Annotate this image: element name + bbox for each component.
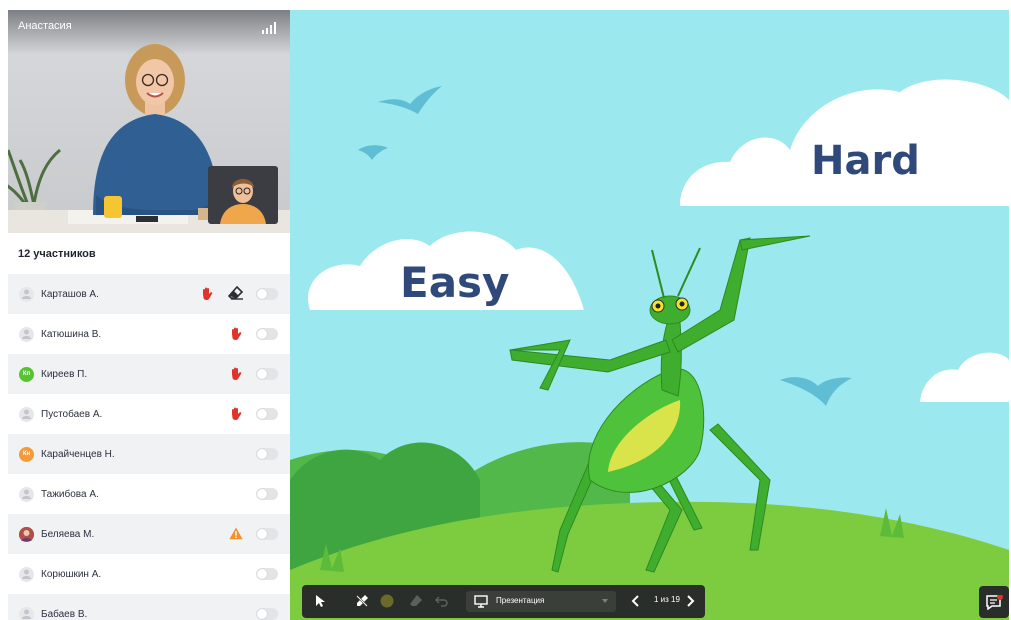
pen-tool-icon[interactable] xyxy=(354,593,370,609)
page-indicator: 1 из 19 xyxy=(654,595,680,604)
permission-toggle[interactable] xyxy=(256,528,278,540)
avatar-placeholder-icon xyxy=(19,566,34,582)
avatar-placeholder-icon xyxy=(19,606,34,620)
participant-name: Корюшкин А. xyxy=(41,568,102,580)
avatar: Кн xyxy=(19,446,34,462)
permission-toggle[interactable] xyxy=(256,408,278,420)
permission-toggle[interactable] xyxy=(256,288,278,300)
prev-slide-icon[interactable] xyxy=(628,593,644,609)
participant-name: Карташов А. xyxy=(41,288,99,300)
participant-name: Киреев П. xyxy=(41,368,88,380)
presentation-stage[interactable]: Easy Hard Презентация 1 из 19 xyxy=(290,10,1009,620)
avatar-placeholder-icon xyxy=(19,326,34,342)
participant-name: Пустобаев А. xyxy=(41,408,103,420)
avatar-placeholder-icon xyxy=(19,406,34,422)
chevron-down-icon xyxy=(602,599,608,603)
participant-name: Карайченцев Н. xyxy=(41,448,115,460)
participants-list: Карташов А. Катюшина В. Кп Киреев П. Пус… xyxy=(8,274,290,620)
color-picker-icon[interactable] xyxy=(380,594,396,610)
permission-toggle[interactable] xyxy=(256,608,278,620)
participant-row[interactable]: Катюшина В. xyxy=(8,314,290,354)
participant-row[interactable]: Корюшкин А. xyxy=(8,554,290,594)
avatar-placeholder-icon xyxy=(19,486,34,502)
participants-panel: Анастасия 12 участников Карташов А. Катю… xyxy=(8,10,290,620)
raised-hand-icon[interactable] xyxy=(230,327,242,346)
avatar-placeholder-icon xyxy=(19,286,34,302)
participant-row[interactable]: Кн Карайченцев Н. xyxy=(8,434,290,474)
permission-toggle[interactable] xyxy=(256,488,278,500)
next-slide-icon[interactable] xyxy=(682,593,698,609)
participant-row[interactable]: Тажибова А. xyxy=(8,474,290,514)
permission-toggle[interactable] xyxy=(256,448,278,460)
pointer-tool-icon[interactable] xyxy=(312,593,328,609)
app-root: Анастасия 12 участников Карташов А. Катю… xyxy=(8,10,1009,620)
participant-name: Катюшина В. xyxy=(41,328,102,340)
participant-name: Тажибова А. xyxy=(41,488,99,500)
eraser-icon[interactable] xyxy=(227,285,244,305)
permission-toggle[interactable] xyxy=(256,328,278,340)
raised-hand-icon[interactable] xyxy=(201,287,213,306)
presentation-select-label: Презентация xyxy=(496,596,545,605)
undo-icon[interactable] xyxy=(434,593,450,609)
easy-label: Easy xyxy=(400,258,510,307)
speaker-name: Анастасия xyxy=(18,20,72,32)
avatar: Кп xyxy=(19,366,34,382)
participants-count: 12 участников xyxy=(18,248,96,260)
signal-bars-icon xyxy=(262,22,276,34)
participant-row[interactable]: Пустобаев А. xyxy=(8,394,290,434)
avatar-photo xyxy=(19,526,34,542)
participant-row[interactable]: Беляева М. xyxy=(8,514,290,554)
warning-icon[interactable] xyxy=(229,527,243,545)
participant-row[interactable]: Кп Киреев П. xyxy=(8,354,290,394)
chat-icon xyxy=(986,594,1003,615)
presentation-screen-icon xyxy=(474,595,488,613)
participant-row[interactable]: Бабаев В. xyxy=(8,594,290,620)
participant-name: Беляева М. xyxy=(41,528,95,540)
raised-hand-icon[interactable] xyxy=(230,407,242,426)
eraser-tool-icon[interactable] xyxy=(408,593,424,609)
presentation-select[interactable]: Презентация xyxy=(466,591,616,612)
participant-name: Бабаев В. xyxy=(41,608,88,620)
speaker-video[interactable]: Анастасия xyxy=(8,10,290,233)
slide-illustration xyxy=(290,79,1009,620)
permission-toggle[interactable] xyxy=(256,368,278,380)
hard-label: Hard xyxy=(811,138,920,184)
self-video-thumbnail[interactable] xyxy=(208,166,278,224)
chat-button[interactable] xyxy=(979,586,1009,618)
presentation-toolbar: Презентация 1 из 19 xyxy=(302,585,705,618)
permission-toggle[interactable] xyxy=(256,568,278,580)
raised-hand-icon[interactable] xyxy=(230,367,242,386)
participant-row[interactable]: Карташов А. xyxy=(8,274,290,314)
self-video-image xyxy=(208,166,278,224)
